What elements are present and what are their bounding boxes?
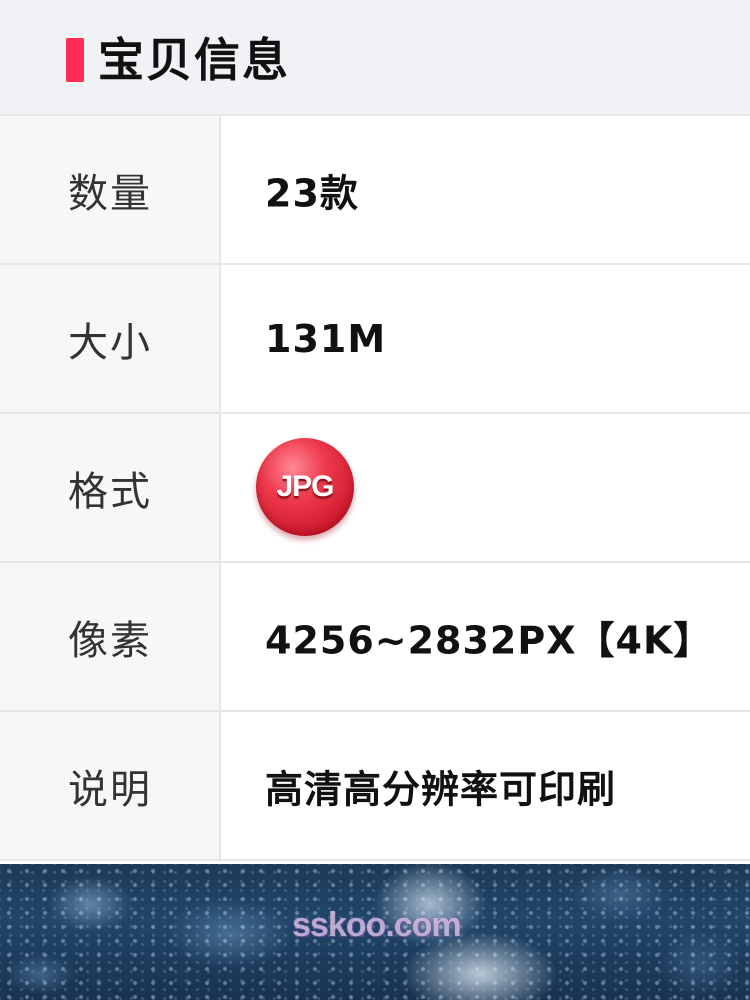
row-value-cell: 高清高分辨率可印刷 xyxy=(223,712,750,859)
row-value: 131M xyxy=(265,316,387,361)
row-label-cell: 大小 xyxy=(0,265,221,412)
accent-bar xyxy=(66,38,84,82)
badge-text: JPG xyxy=(276,470,334,503)
row-value: 23款 xyxy=(265,171,359,215)
row-label: 大小 xyxy=(68,319,152,366)
row-label: 格式 xyxy=(68,468,152,515)
row-value-cell: 4256~2832PX【4K】 xyxy=(223,563,750,710)
section-header: 宝贝信息 xyxy=(0,0,750,116)
table-row-description: 说明 高清高分辨率可印刷 xyxy=(0,712,750,861)
preview-photo: sskoo.com xyxy=(0,864,750,1000)
table-row-size: 大小 131M xyxy=(0,265,750,414)
product-info-page: 宝贝信息 数量 23款 大小 131M 格式 JPG 像素 4256~2832P… xyxy=(0,0,750,1000)
row-label-cell: 数量 xyxy=(0,116,221,263)
row-label: 像素 xyxy=(68,617,152,664)
row-value-cell: 23款 xyxy=(223,116,750,263)
row-label: 说明 xyxy=(68,766,152,813)
jpg-badge-icon: JPG xyxy=(256,438,354,536)
row-label-cell: 格式 xyxy=(0,414,221,561)
row-value: 4256~2832PX【4K】 xyxy=(265,618,713,662)
row-label-cell: 像素 xyxy=(0,563,221,710)
section-title: 宝贝信息 xyxy=(98,33,290,87)
row-label: 数量 xyxy=(68,170,152,217)
watermark-text: sskoo.com xyxy=(292,906,462,944)
row-value-cell: JPG xyxy=(223,414,750,561)
row-label-cell: 说明 xyxy=(0,712,221,859)
table-row-quantity: 数量 23款 xyxy=(0,116,750,265)
table-row-format: 格式 JPG xyxy=(0,414,750,563)
row-value-cell: 131M xyxy=(223,265,750,412)
info-table: 数量 23款 大小 131M 格式 JPG 像素 4256~2832PX【4K】… xyxy=(0,116,750,861)
table-row-resolution: 像素 4256~2832PX【4K】 xyxy=(0,563,750,712)
row-value: 高清高分辨率可印刷 xyxy=(265,767,617,811)
